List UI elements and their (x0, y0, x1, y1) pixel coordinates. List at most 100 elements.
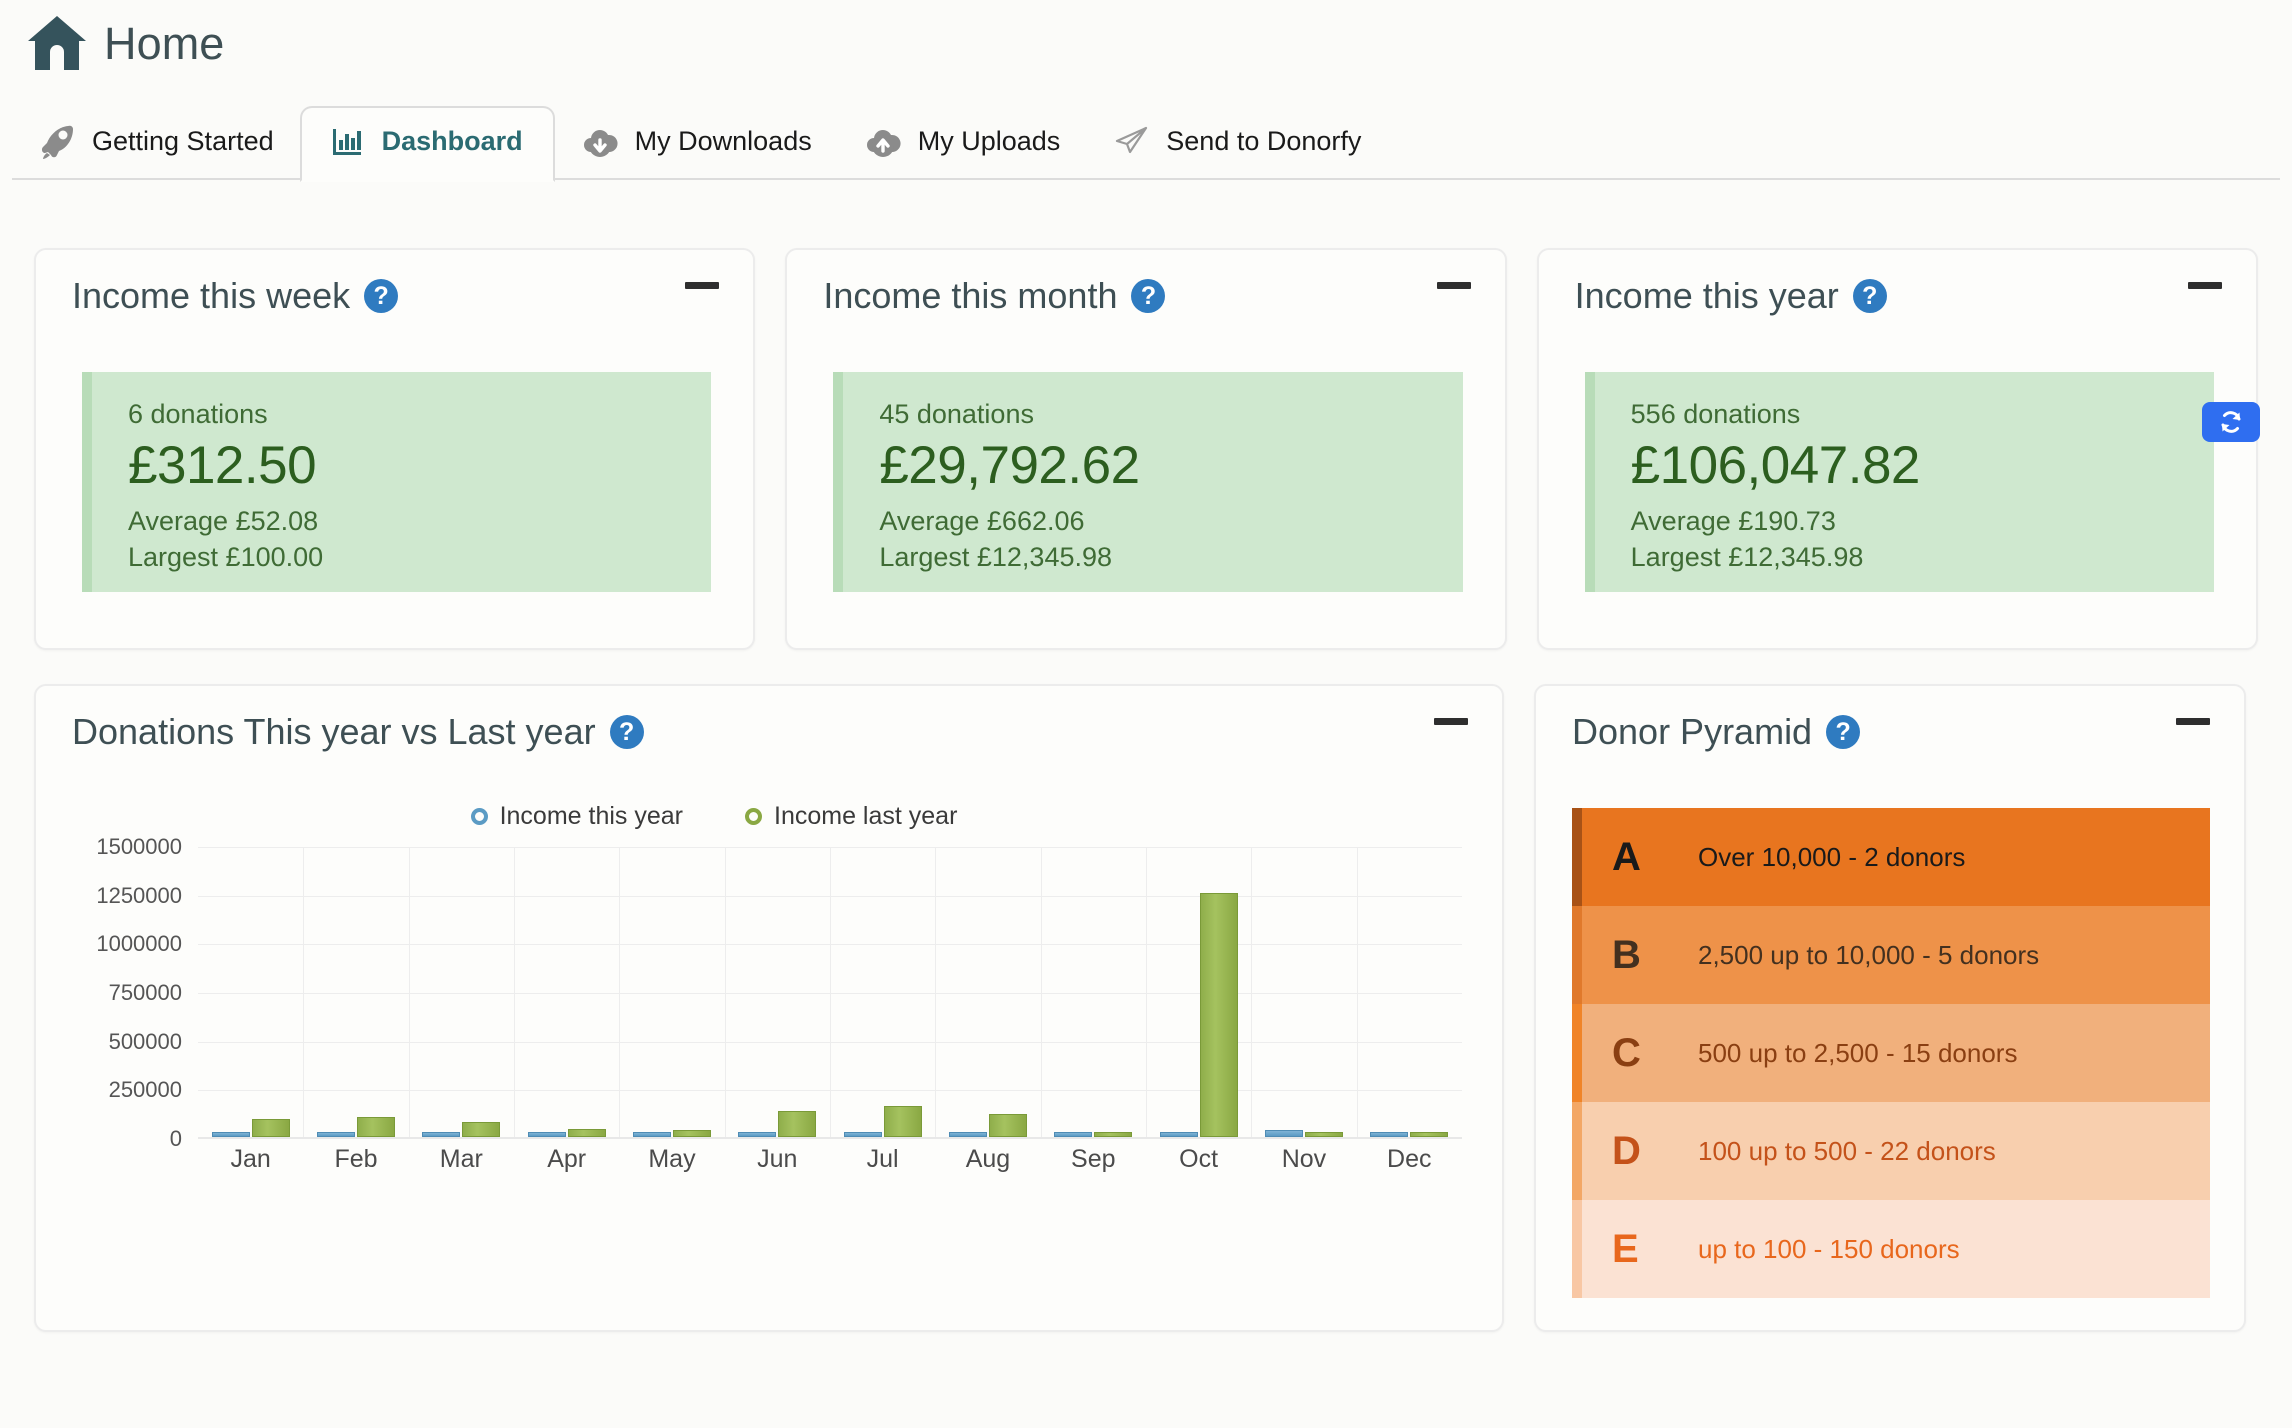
bar-group (303, 847, 408, 1137)
charts-row: Donations This year vs Last year ? Incom… (28, 684, 2264, 1332)
chart-bar[interactable] (988, 1114, 1027, 1137)
chart-bar[interactable] (948, 1132, 987, 1137)
income-total: £106,047.82 (1630, 435, 1921, 495)
chart-bar[interactable] (527, 1132, 566, 1137)
pyramid-range-label: up to 100 - 150 donors (1698, 1234, 1960, 1264)
pyramid-row[interactable]: A Over 10,000 - 2 donors (1572, 808, 2210, 906)
x-axis-tick-label: Apr (547, 1145, 587, 1173)
pyramid-row[interactable]: B 2,500 up to 10,000 - 5 donors (1572, 906, 2210, 1004)
chart-bar[interactable] (356, 1117, 395, 1137)
chart-bar[interactable] (632, 1132, 671, 1137)
cloud-upload-icon (864, 122, 902, 160)
pyramid-row[interactable]: D 100 up to 500 - 22 donors (1572, 1102, 2210, 1200)
chart-bar[interactable] (738, 1132, 777, 1137)
tab-label: Dashboard (381, 125, 523, 156)
panel-title: Income this week (72, 275, 351, 316)
chart-bar[interactable] (462, 1122, 501, 1137)
chart-bar[interactable] (1159, 1132, 1198, 1137)
chart-bar[interactable] (1094, 1132, 1133, 1137)
y-axis-tick-label: 1500000 (96, 834, 182, 859)
panel-header: Donations This year vs Last year ? (36, 686, 1502, 750)
x-axis-tick-label: Jul (866, 1145, 899, 1173)
home-row: Home (26, 14, 2292, 72)
cloud-download-icon (581, 122, 619, 160)
panel-title: Donor Pyramid (1572, 711, 1813, 752)
legend-label: Income this year (499, 802, 683, 830)
bar-chart-icon (328, 122, 366, 160)
x-axis-tick-label: Dec (1387, 1145, 1432, 1173)
x-axis-tick-label: Nov (1281, 1145, 1327, 1173)
pyramid-grade: E (1612, 1227, 1639, 1271)
chart-bar[interactable] (1304, 1132, 1343, 1137)
x-axis-tick-label: Mar (439, 1145, 483, 1173)
chart-bar[interactable] (843, 1132, 882, 1137)
pyramid-range-label: Over 10,000 - 2 donors (1698, 842, 1966, 872)
panel-header: Income this week ? (36, 250, 753, 314)
bar-group (1251, 847, 1356, 1137)
y-axis-tick-label: 250000 (108, 1077, 182, 1103)
minimize-button[interactable] (2176, 718, 2210, 725)
pyramid-row[interactable]: Eup to 100 - 150 donors (1572, 1200, 2210, 1298)
minimize-button[interactable] (2187, 282, 2222, 289)
help-icon[interactable]: ? (1131, 279, 1166, 313)
bar-group (198, 847, 303, 1137)
bar-group (619, 847, 724, 1137)
chart-bar[interactable] (211, 1132, 250, 1137)
minimize-button[interactable] (685, 282, 720, 289)
chart-bar[interactable] (422, 1132, 461, 1137)
bar-group (1357, 847, 1462, 1137)
card-income-this-month: Income this month ? 45 donations £29,792… (785, 248, 1507, 650)
tab-send-to-donorfy[interactable]: Send to Donorfy (1086, 106, 1387, 180)
pyramid-row[interactable]: C 500 up to 2,500 - 15 donors (1572, 1004, 2210, 1102)
panel-header: Income this month ? (787, 250, 1504, 314)
chart-bars (198, 847, 1462, 1137)
tab-my-uploads[interactable]: My Uploads (838, 106, 1087, 180)
bar-group (830, 847, 935, 1137)
chart-bar[interactable] (1264, 1130, 1303, 1137)
rocket-icon (38, 122, 76, 160)
chart-bar[interactable] (1054, 1132, 1093, 1137)
panel-donations-comparison: Donations This year vs Last year ? Incom… (34, 684, 1504, 1332)
chart-plot-area (198, 847, 1462, 1139)
legend-item[interactable]: Income this year (470, 802, 683, 831)
income-average: Average £52.08 (128, 506, 319, 537)
dashboard-main: Income this week ? 6 donations £312.50 A… (0, 180, 2292, 1332)
help-icon[interactable]: ? (364, 279, 399, 313)
x-axis-tick-label: Sep (1071, 1145, 1116, 1173)
chart-bar[interactable] (316, 1132, 355, 1137)
refresh-button[interactable] (2202, 402, 2260, 442)
panel-title: Donations This year vs Last year (72, 711, 596, 752)
tab-bar: Getting Started Dashboard My Downloads M… (12, 100, 2280, 182)
help-icon[interactable]: ? (609, 715, 644, 749)
chart-bar[interactable] (1370, 1132, 1409, 1137)
bar-group (1146, 847, 1251, 1137)
panel-header: Donor Pyramid ? (1536, 686, 2244, 750)
tab-label: My Uploads (917, 125, 1061, 156)
legend-item[interactable]: Income last year (745, 802, 957, 831)
chart-bar[interactable] (1410, 1132, 1449, 1137)
chart-bar[interactable] (883, 1106, 922, 1137)
chart-bar[interactable] (778, 1111, 817, 1137)
bar-group (1041, 847, 1146, 1137)
chart-bar[interactable] (1199, 893, 1238, 1137)
minimize-button[interactable] (1434, 718, 1468, 725)
chart-bar[interactable] (567, 1129, 606, 1137)
x-axis-tick-label: Feb (334, 1145, 378, 1173)
chart-bar[interactable] (251, 1119, 290, 1137)
bar-group (514, 847, 619, 1137)
chart-bar[interactable] (672, 1130, 711, 1137)
tab-getting-started[interactable]: Getting Started (12, 106, 300, 180)
x-axis-tick-label: May (648, 1145, 696, 1173)
tab-dashboard[interactable]: Dashboard (299, 106, 555, 182)
chart-y-axis: 0 250000 500000 750000 1000000 1250000 1500000 (74, 834, 192, 1151)
panel-title: Income this year (1574, 275, 1839, 316)
minimize-button[interactable] (1436, 282, 1471, 289)
income-total: £29,792.62 (879, 435, 1140, 495)
pyramid-grade: D (1612, 1129, 1641, 1173)
home-icon (26, 14, 88, 72)
tab-my-downloads[interactable]: My Downloads (555, 106, 838, 180)
pyramid-range-label: 2,500 up to 10,000 - 5 donors (1698, 940, 2040, 970)
help-icon[interactable]: ? (1826, 715, 1861, 749)
help-icon[interactable]: ? (1852, 279, 1887, 313)
card-income-this-week: Income this week ? 6 donations £312.50 A… (34, 248, 756, 650)
